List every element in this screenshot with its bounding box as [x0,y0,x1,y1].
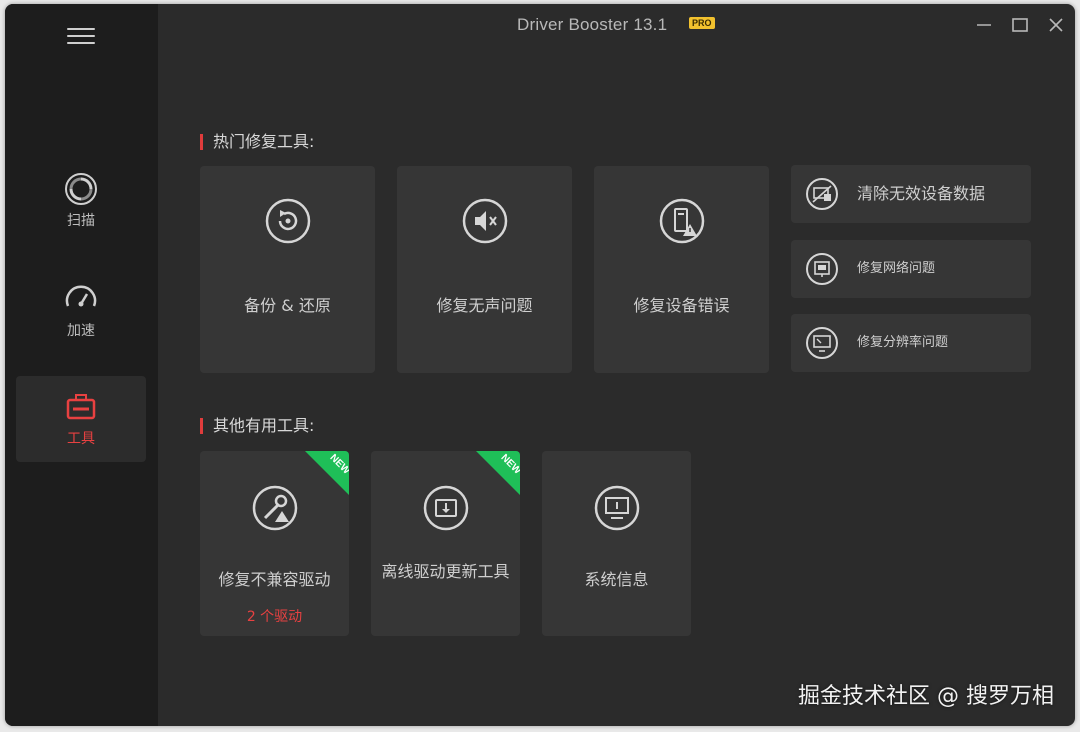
app-window: 扫描 加速 工具 Driver Booster 13.1 PRO 热门修复工具:… [5,4,1075,726]
tile-label: 修复设备错误 [633,296,730,315]
clean-device-icon [806,178,838,210]
hot-tools-heading: 热门修复工具: [200,134,314,150]
clean-device-data-row[interactable]: 清除无效设备数据 [791,165,1031,223]
minimize-icon[interactable] [973,14,995,36]
fix-network-row[interactable]: 修复网络问题 [791,240,1031,298]
driver-count: 2 个驱动 [246,609,303,625]
sidebar-item-tools[interactable]: 工具 [16,376,146,462]
wrench-warning-icon [252,485,297,531]
watermark: 掘金技术社区 @ 搜罗万相 [798,684,1054,709]
system-info-tile[interactable]: 系统信息 [542,451,691,636]
close-icon[interactable] [1045,14,1067,36]
offline-update-icon [423,485,468,531]
toolbox-icon [66,394,96,420]
sidebar: 扫描 加速 工具 [5,4,158,726]
backup-restore-tile[interactable]: 备份 & 还原 [200,166,375,373]
other-tools-heading: 其他有用工具: [200,418,314,434]
row-label: 清除无效设备数据 [857,184,986,203]
scan-icon [65,173,97,205]
tile-label: 修复无声问题 [436,296,533,315]
tile-label: 离线驱动更新工具 [381,562,510,581]
maximize-icon[interactable] [1009,14,1031,36]
sidebar-item-label: 工具 [67,431,95,447]
sidebar-item-label: 加速 [67,323,95,339]
sidebar-item-label: 扫描 [67,213,95,229]
fix-device-error-tile[interactable]: 修复设备错误 [594,166,769,373]
offline-driver-update-tile[interactable]: NEW 离线驱动更新工具 [371,451,520,636]
resolution-icon [806,327,838,359]
tile-label: 修复不兼容驱动 [218,570,331,589]
row-label: 修复网络问题 [857,261,936,276]
network-icon [806,253,838,285]
sidebar-item-scan[interactable]: 扫描 [16,164,146,250]
tile-label: 备份 & 还原 [244,296,331,315]
system-info-icon [594,485,639,531]
row-label: 修复分辨率问题 [857,335,949,350]
backup-restore-icon [265,198,310,244]
device-warning-icon [659,198,704,244]
fix-no-sound-tile[interactable]: 修复无声问题 [397,166,572,373]
tile-label: 系统信息 [584,570,649,589]
app-title: Driver Booster 13.1 [517,15,668,34]
pro-badge: PRO [689,17,715,29]
fix-incompatible-drivers-tile[interactable]: NEW 修复不兼容驱动 2 个驱动 [200,451,349,636]
fix-resolution-row[interactable]: 修复分辨率问题 [791,314,1031,372]
mute-speaker-icon [462,198,507,244]
sidebar-item-speedup[interactable]: 加速 [16,274,146,360]
speedometer-icon [65,285,97,307]
menu-icon[interactable] [67,28,95,48]
